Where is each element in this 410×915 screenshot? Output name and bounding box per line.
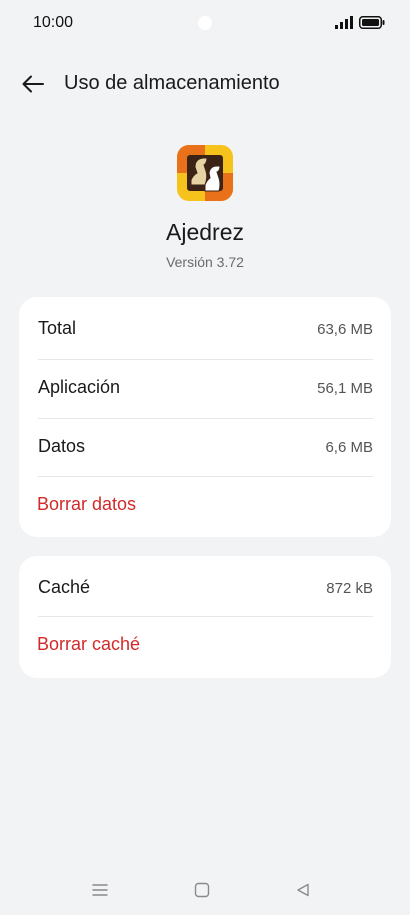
- row-total: Total 63,6 MB: [38, 297, 373, 356]
- battery-icon: [359, 16, 385, 29]
- menu-icon: [92, 884, 108, 896]
- camera-cutout: [198, 16, 212, 30]
- data-value: 6,6 MB: [325, 439, 373, 456]
- app-name: Ajedrez: [166, 219, 244, 245]
- signal-icon: [335, 16, 353, 29]
- row-data: Datos 6,6 MB: [38, 415, 373, 474]
- header: Uso de almacenamiento: [0, 62, 410, 106]
- cache-value: 872 kB: [326, 580, 373, 597]
- status-time: 10:00: [33, 14, 74, 31]
- row-cache: Caché 872 kB: [38, 556, 373, 615]
- clear-cache-button[interactable]: Borrar caché: [37, 634, 140, 655]
- app-version: Versión 3.72: [166, 254, 244, 270]
- row-application: Aplicación 56,1 MB: [38, 356, 373, 415]
- application-value: 56,1 MB: [317, 380, 373, 397]
- arrow-left-icon: [22, 75, 44, 93]
- navigation-bar: [0, 870, 410, 910]
- status-bar: 10:00: [0, 0, 410, 46]
- back-button[interactable]: [16, 68, 50, 100]
- back-triangle-icon: [297, 883, 309, 897]
- page-title: Uso de almacenamiento: [64, 72, 280, 94]
- cache-label: Caché: [38, 577, 91, 597]
- data-label: Datos: [38, 436, 86, 456]
- total-label: Total: [38, 318, 77, 338]
- total-value: 63,6 MB: [317, 321, 373, 338]
- application-label: Aplicación: [38, 377, 121, 397]
- clear-data-button[interactable]: Borrar datos: [37, 494, 136, 515]
- storage-card: Total 63,6 MB Aplicación 56,1 MB Datos 6…: [19, 297, 391, 537]
- home-button[interactable]: [187, 878, 217, 902]
- menu-button[interactable]: [85, 878, 115, 902]
- cache-card: Caché 872 kB Borrar caché: [19, 556, 391, 678]
- divider: [38, 476, 373, 477]
- divider: [38, 616, 373, 617]
- home-icon: [194, 882, 210, 898]
- nav-back-button[interactable]: [288, 878, 318, 902]
- chess-app-icon: [177, 145, 233, 201]
